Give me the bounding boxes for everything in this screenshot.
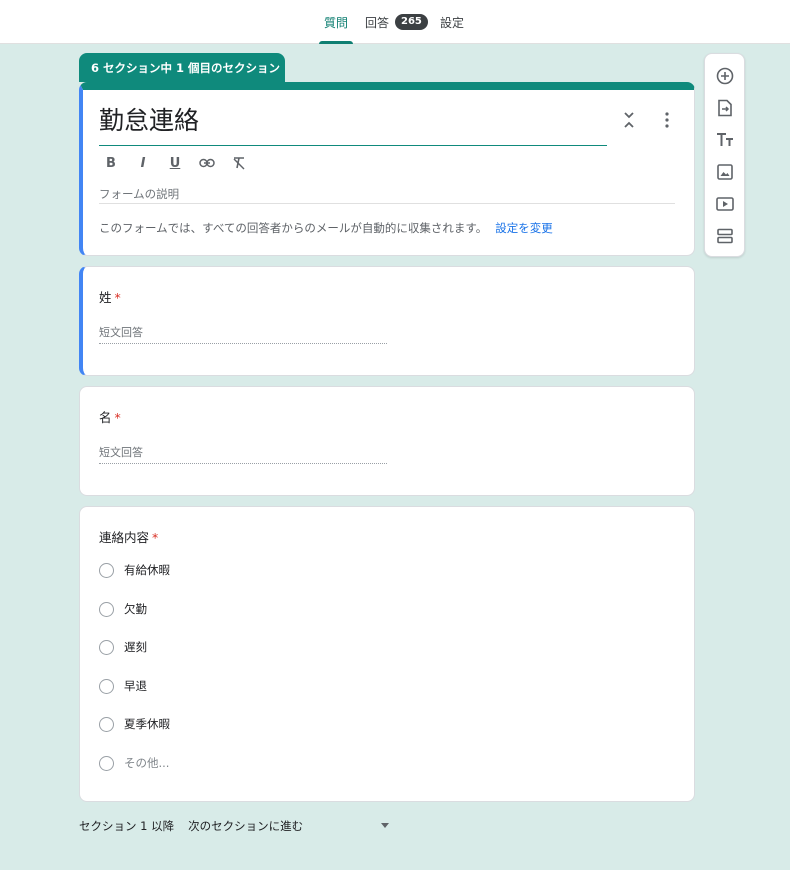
option-label: 有給休暇 — [124, 563, 170, 577]
form-description-input[interactable]: フォームの説明 — [99, 186, 675, 204]
option-label: 遅刻 — [124, 640, 147, 654]
underline-icon[interactable]: U — [163, 152, 187, 174]
question-title-text: 姓 — [99, 290, 112, 305]
add-question-icon[interactable] — [713, 64, 737, 88]
link-icon[interactable] — [195, 152, 219, 174]
option-label: 欠勤 — [124, 602, 147, 616]
change-settings-link[interactable]: 設定を変更 — [495, 221, 553, 235]
section-navigation: セクション 1 以降 次のセクションに進む — [79, 818, 389, 834]
question-card-last-name[interactable]: 姓 * 短文回答 — [79, 266, 695, 376]
bold-icon[interactable]: B — [99, 152, 123, 174]
required-marker: * — [152, 530, 159, 545]
clear-format-icon[interactable] — [227, 152, 251, 174]
question-card-contact-type[interactable]: 連絡内容 * 有給休暇 欠勤 遅刻 早退 夏季休暇 その他... — [79, 506, 695, 802]
radio-circle-icon[interactable] — [99, 562, 114, 578]
option-label: 夏季休暇 — [124, 717, 170, 731]
add-video-icon[interactable] — [713, 192, 737, 216]
required-marker: * — [114, 410, 121, 425]
tab-responses-label: 回答 — [365, 15, 390, 30]
responses-count-badge: 265 — [395, 14, 428, 30]
question-card-first-name[interactable]: 名 * 短文回答 — [79, 386, 695, 496]
tab-responses[interactable]: 回答 265 — [365, 0, 428, 44]
option-label: 早退 — [124, 679, 147, 693]
import-questions-icon[interactable] — [713, 96, 737, 120]
radio-circle-icon[interactable] — [99, 601, 114, 617]
add-title-icon[interactable] — [713, 128, 737, 152]
question-toolbar — [704, 53, 745, 257]
question-title-text: 名 — [99, 410, 112, 425]
tab-settings-label: 設定 — [440, 15, 465, 30]
radio-option-other[interactable]: その他... — [99, 755, 169, 771]
question-title: 名 * — [99, 407, 121, 426]
tab-questions[interactable]: 質問 — [318, 0, 354, 44]
notice-text: このフォームでは、すべての回答者からのメールが自動的に収集されます。 — [99, 221, 488, 235]
radio-option[interactable]: 早退 — [99, 678, 147, 694]
option-label-other: その他... — [124, 756, 170, 770]
add-section-icon[interactable] — [713, 224, 737, 248]
radio-circle-icon[interactable] — [99, 639, 114, 655]
tab-settings[interactable]: 設定 — [440, 0, 464, 44]
radio-option[interactable]: 欠勤 — [99, 601, 147, 617]
short-answer-field: 短文回答 — [99, 444, 387, 464]
radio-circle-icon[interactable] — [99, 755, 114, 771]
add-image-icon[interactable] — [713, 160, 737, 184]
top-tab-bar: 質問 回答 265 設定 — [0, 0, 790, 44]
form-title-input[interactable]: 勤怠連絡 — [99, 104, 607, 146]
radio-option[interactable]: 有給休暇 — [99, 562, 170, 578]
italic-icon[interactable]: I — [131, 152, 155, 174]
radio-circle-icon[interactable] — [99, 716, 114, 732]
radio-option[interactable]: 遅刻 — [99, 639, 147, 655]
radio-option[interactable]: 夏季休暇 — [99, 716, 170, 732]
email-collection-notice: このフォームでは、すべての回答者からのメールが自動的に収集されます。 設定を変更 — [99, 220, 553, 236]
short-answer-field: 短文回答 — [99, 324, 387, 344]
after-section-label: セクション 1 以降 — [79, 819, 175, 833]
collapse-section-icon[interactable] — [617, 108, 641, 132]
question-title-text: 連絡内容 — [99, 530, 150, 545]
dropdown-arrow-icon[interactable] — [381, 823, 389, 828]
section-indicator: 6 セクション中 1 個目のセクション — [79, 53, 285, 82]
form-header-card[interactable]: 勤怠連絡 B I U フォームの説明 このフォームでは、すべての回答者からのメー… — [79, 82, 695, 256]
question-title: 連絡内容 * — [99, 527, 158, 546]
required-marker: * — [114, 290, 121, 305]
more-options-icon[interactable] — [655, 108, 679, 132]
radio-circle-icon[interactable] — [99, 678, 114, 694]
next-section-select[interactable]: 次のセクションに進む — [188, 818, 303, 834]
tab-questions-label: 質問 — [324, 15, 349, 30]
format-toolbar: B I U — [99, 152, 251, 174]
question-title: 姓 * — [99, 287, 121, 306]
